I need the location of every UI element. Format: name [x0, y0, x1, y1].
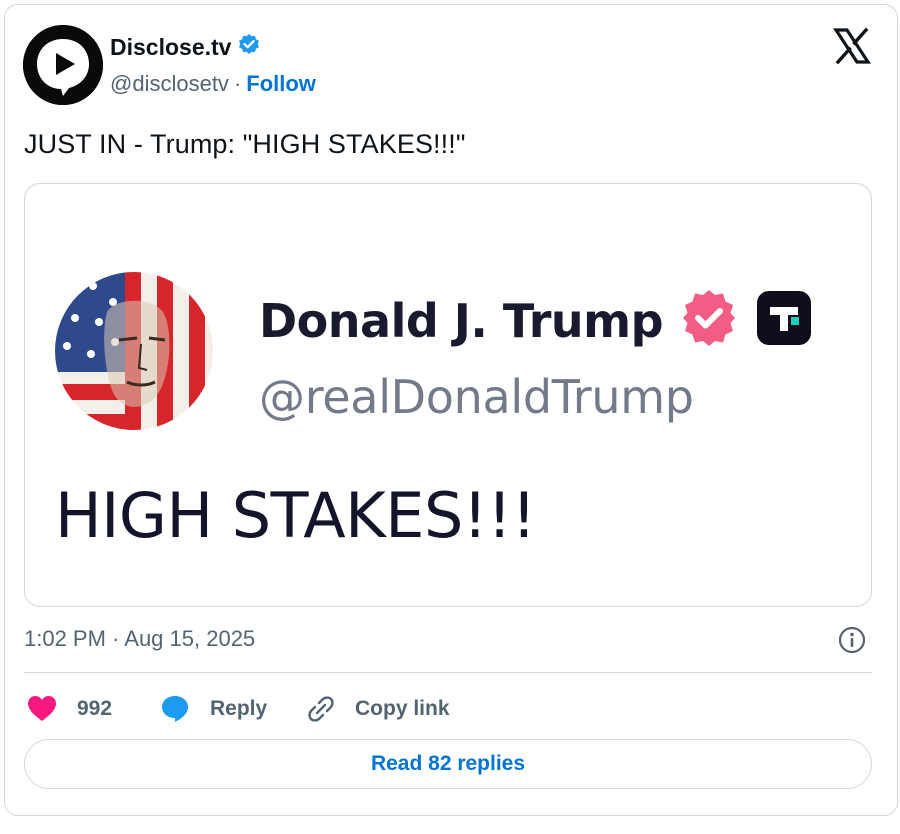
media-author-handle: @realDonaldTrump: [259, 370, 694, 424]
truth-verified-badge-icon: [679, 288, 739, 353]
copy-link-label: Copy link: [355, 697, 450, 720]
heart-icon: [27, 695, 57, 723]
copy-link-button[interactable]: Copy link: [307, 695, 450, 723]
reply-button[interactable]: Reply: [160, 694, 307, 724]
reply-label: Reply: [210, 697, 268, 720]
media-author-name-row: Donald J. Trump: [259, 288, 812, 353]
account-name-row: Disclose.tv: [110, 33, 261, 62]
tweet-media-image[interactable]: Donald J. Trump @realDonaldTrump HIGH ST…: [24, 183, 872, 607]
play-bubble-icon: [23, 25, 103, 105]
account-display-name[interactable]: Disclose.tv: [110, 34, 231, 61]
tweet-embed-card: Disclose.tv @disclosetv · Follow JUST IN…: [4, 4, 898, 816]
like-button[interactable]: 992: [27, 695, 160, 723]
media-post-text: HIGH STAKES!!!: [55, 479, 536, 552]
truth-social-icon: [757, 291, 812, 350]
account-avatar[interactable]: [23, 25, 103, 105]
account-handle[interactable]: @disclosetv: [110, 71, 229, 97]
follow-button[interactable]: Follow: [246, 71, 316, 97]
media-author-name: Donald J. Trump: [259, 293, 664, 348]
like-count: 992: [77, 697, 113, 720]
x-logo-icon[interactable]: [833, 27, 871, 65]
link-icon: [307, 695, 335, 723]
verified-badge-icon: [237, 33, 261, 62]
media-author-avatar: [55, 272, 213, 430]
divider: [24, 672, 872, 673]
account-handle-row: @disclosetv · Follow: [110, 71, 316, 97]
info-icon[interactable]: [837, 625, 867, 655]
read-replies-button[interactable]: Read 82 replies: [24, 739, 872, 789]
speech-bubble-icon: [160, 694, 190, 724]
tweet-timestamp[interactable]: 1:02 PM · Aug 15, 2025: [24, 626, 255, 652]
separator-dot: ·: [233, 71, 242, 96]
tweet-actions: 992 Reply Copy link: [27, 689, 450, 729]
tweet-text: JUST IN - Trump: "HIGH STAKES!!!": [24, 129, 466, 159]
